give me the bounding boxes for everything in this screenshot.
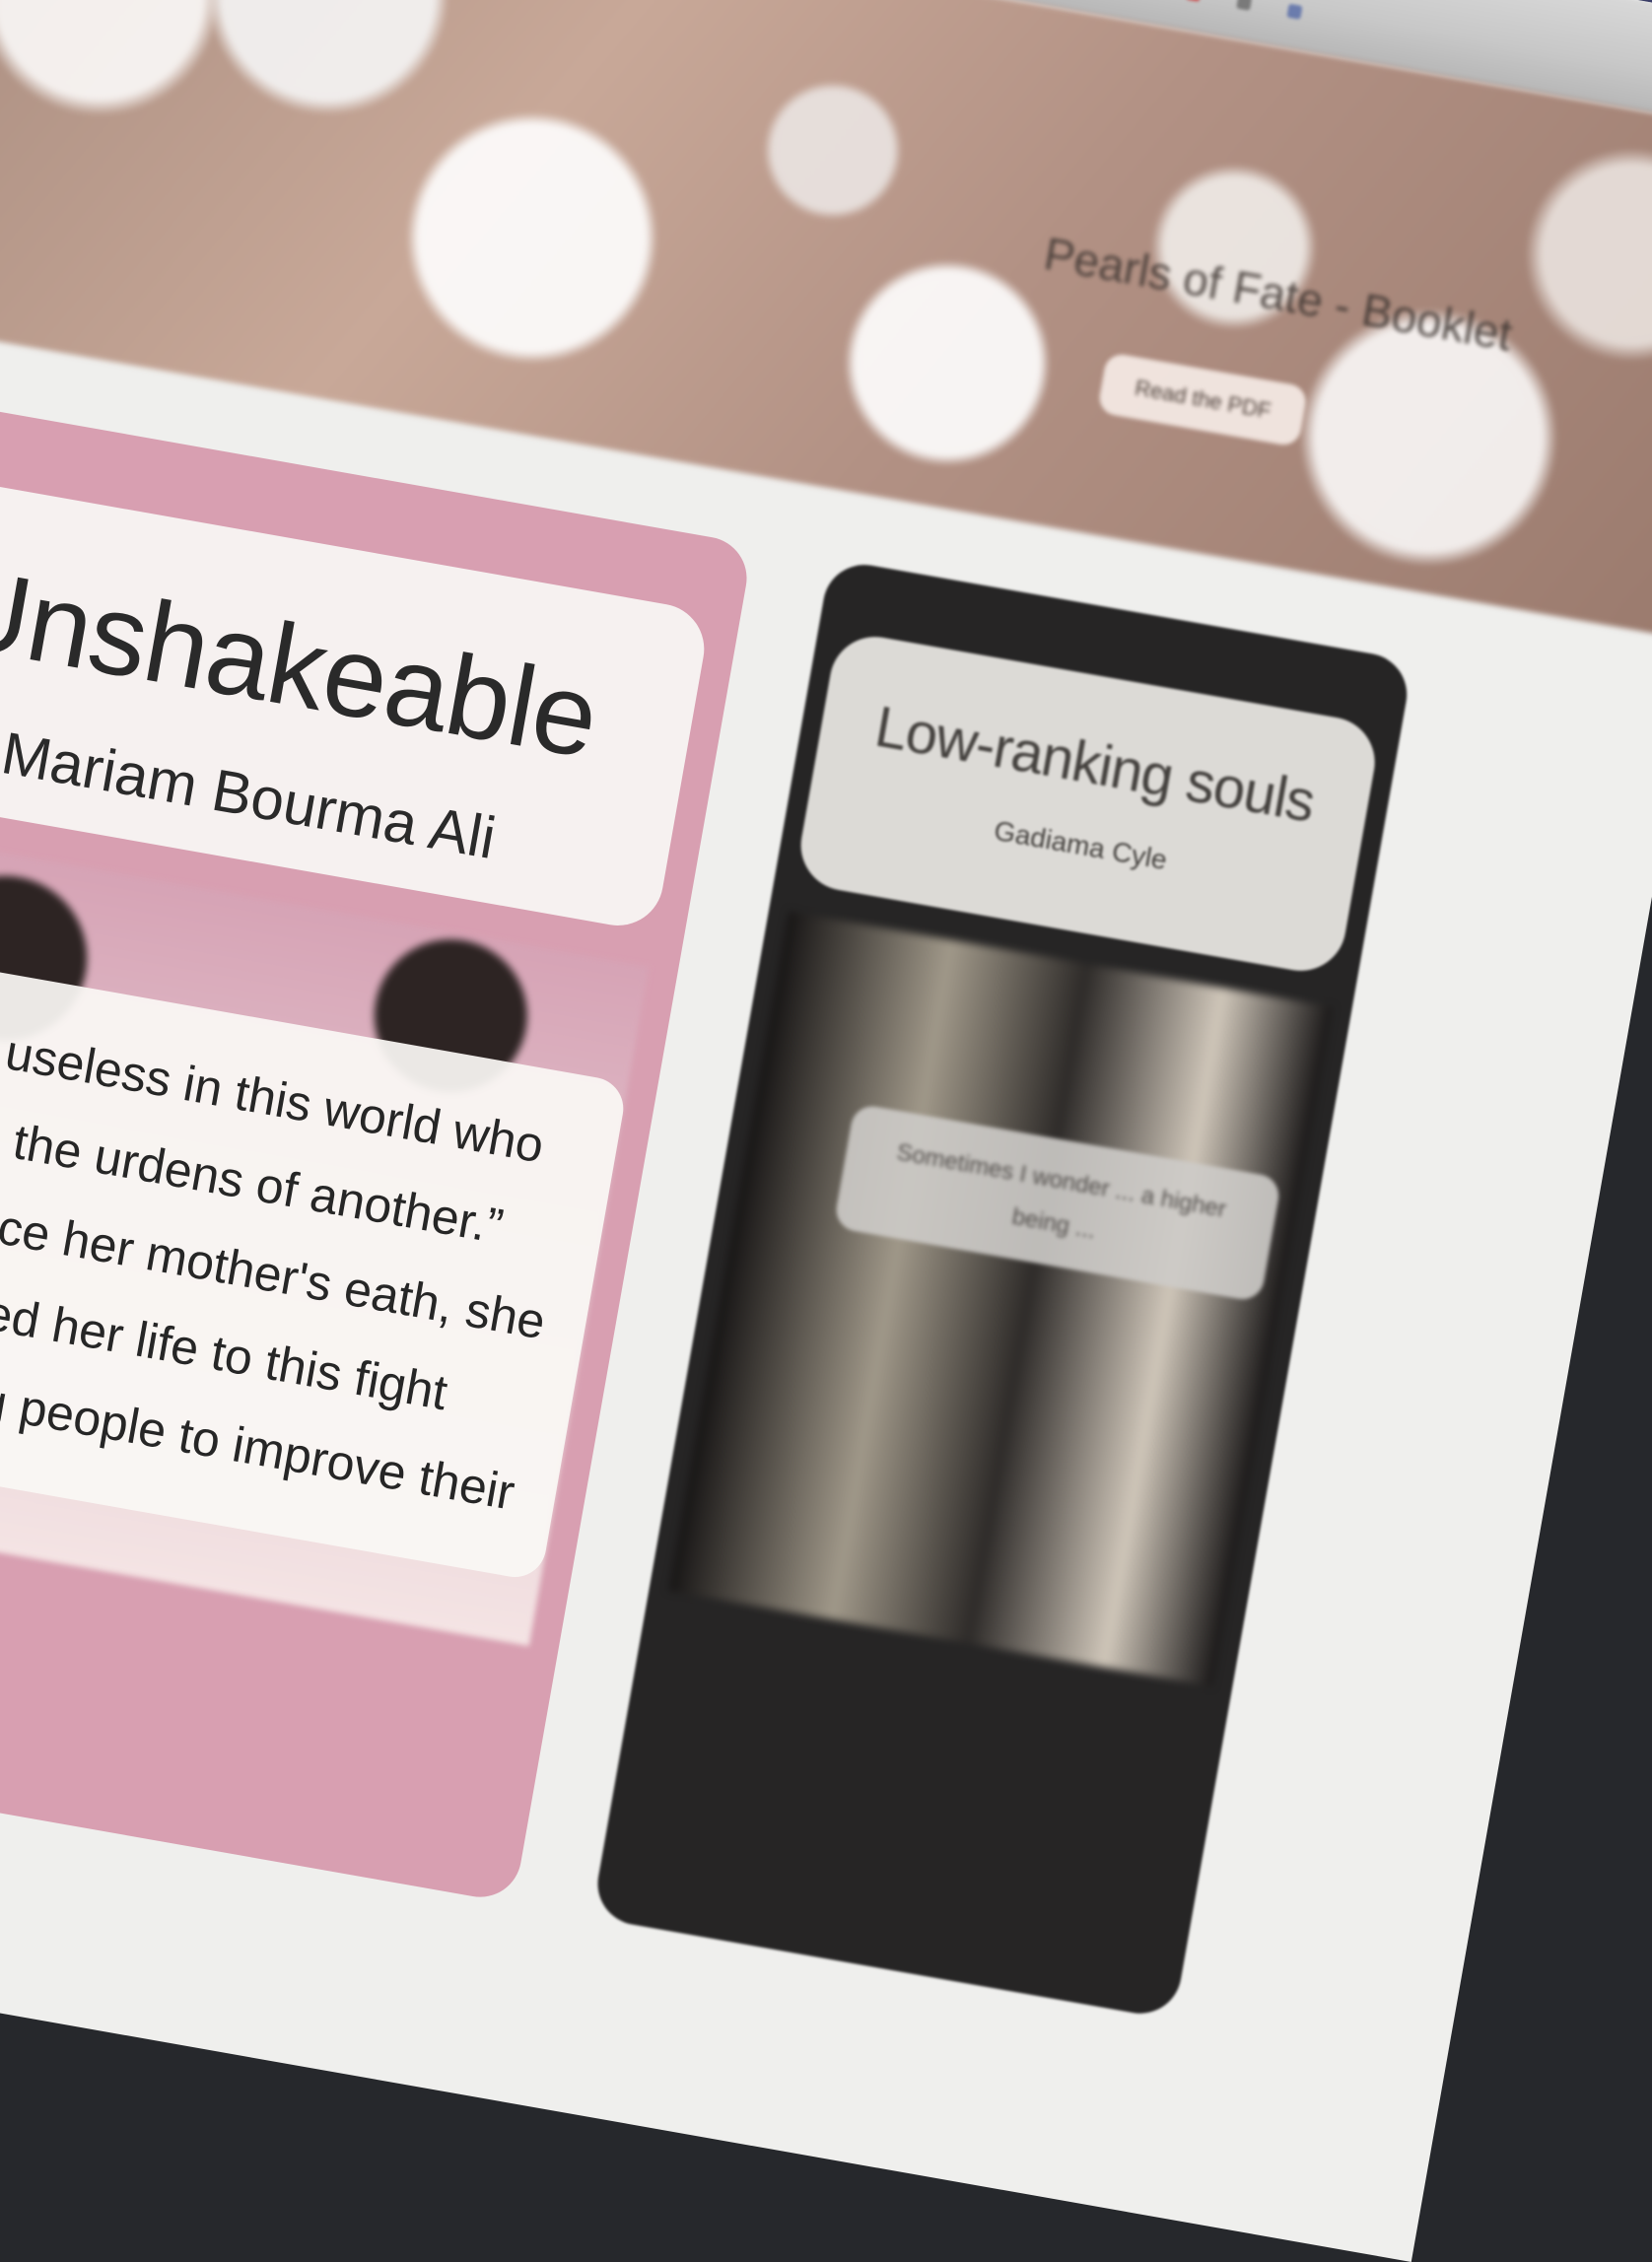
story-card-header: Low-ranking souls Gadiama Cyle	[793, 629, 1382, 979]
story-illustration	[668, 911, 1333, 1687]
browser-page: Pearls of Fate - Booklet Read the PDF Un…	[0, 0, 1652, 2262]
extension-icon[interactable]	[1286, 3, 1303, 20]
extension-icon[interactable]	[1185, 0, 1203, 2]
story-card-header: Unshakeable Mariam Bourma Ali	[0, 464, 712, 933]
extension-icon[interactable]	[1236, 0, 1253, 11]
story-card[interactable]: Low-ranking souls Gadiama Cyle Sometimes…	[590, 558, 1413, 2021]
